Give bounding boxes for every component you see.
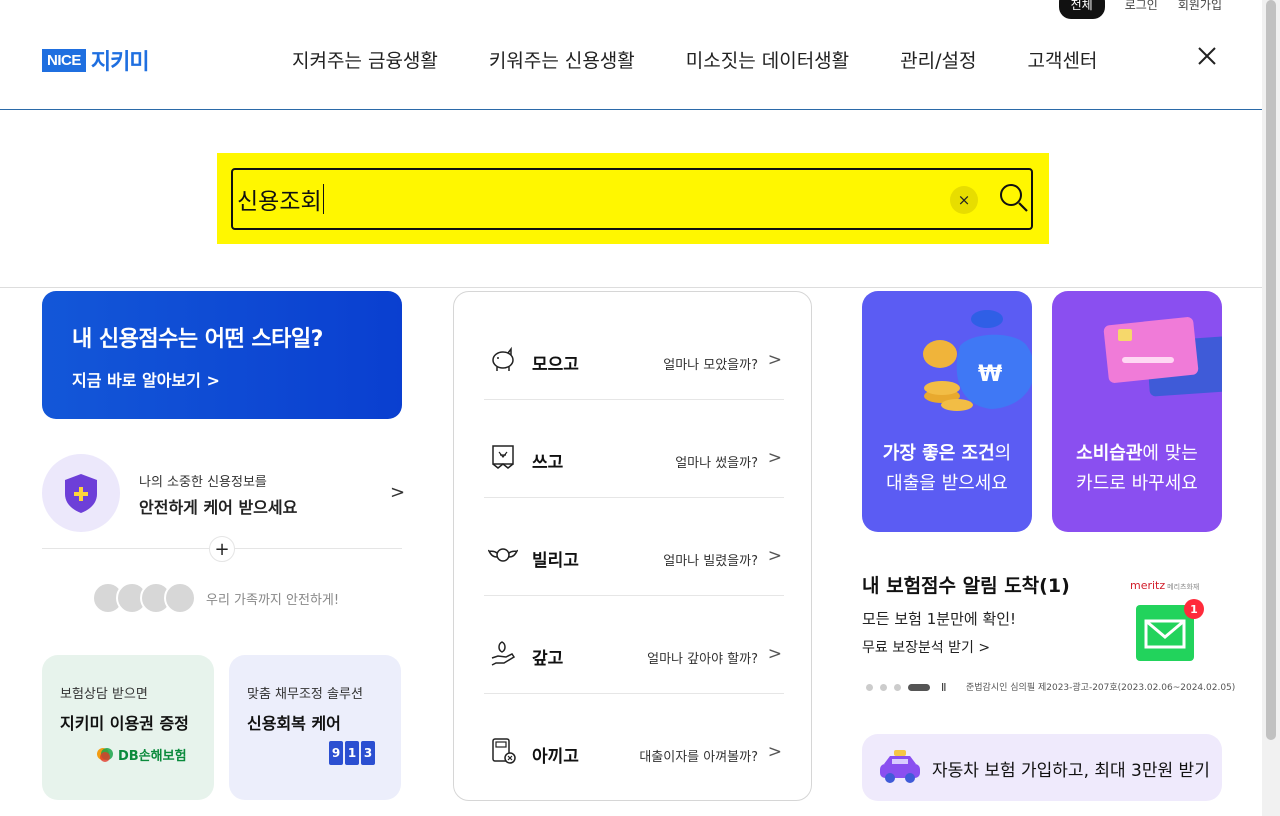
db-logo-icon <box>97 748 113 762</box>
banner-title: 내 신용점수는 어떤 스타일? <box>72 327 323 352</box>
menu-label-saving: 아끼고 <box>532 747 579 767</box>
menu-label-borrow: 빌리고 <box>532 551 579 571</box>
menu-row-saving[interactable]: 아끼고 대출이자를 아껴볼까? > <box>484 694 784 792</box>
chevron-right-icon: > <box>767 448 782 468</box>
text-caret <box>323 184 324 214</box>
menu-row-borrow[interactable]: 빌리고 얼마나 빌렸을까? > <box>484 498 784 596</box>
counter-digit: 1 <box>345 741 359 765</box>
card2-sub: 맞춤 채무조정 솔루션 <box>247 687 363 702</box>
svg-text:₩: ₩ <box>978 362 1002 387</box>
menu-question-save: 얼마나 모았을까? <box>663 358 758 373</box>
expand-plus-button[interactable]: + <box>209 536 235 562</box>
loan-promo-card[interactable]: ₩ 가장 좋은 조건의 대출을 받으세요 <box>862 291 1032 532</box>
carousel-dot-active[interactable] <box>908 684 930 691</box>
menu-label-repay: 갚고 <box>532 649 564 669</box>
menu-question-repay: 얼마나 갚아야 할까? <box>647 652 758 667</box>
menu-question-spend: 얼마나 썼을까? <box>675 456 758 471</box>
scrollbar-thumb[interactable] <box>1266 0 1276 740</box>
chevron-right-icon: > <box>767 742 782 762</box>
menu-question-borrow: 얼마나 빌렸을까? <box>663 554 758 569</box>
family-protection[interactable]: 우리 가족까지 안전하게! <box>92 582 339 614</box>
menu-row-spend[interactable]: 쓰고 얼마나 썼을까? > <box>484 400 784 498</box>
search-input[interactable] <box>237 182 937 216</box>
logo-nice: NICE <box>42 48 86 72</box>
credit-recovery-card[interactable]: 맞춤 채무조정 솔루션 신용회복 케어 9 1 3 <box>229 655 401 800</box>
clear-search-button[interactable]: × <box>950 186 978 214</box>
menu-row-save[interactable]: 모으고 얼마나 모았을까? > <box>484 302 784 400</box>
card-promo-text: 소비습관에 맞는 카드로 바꾸세요 <box>1052 439 1222 499</box>
insurance-consult-card[interactable]: 보험상담 받으면 지키미 이용권 증정 DB손해보험 <box>42 655 214 800</box>
search-panel: × <box>0 110 1262 288</box>
receipt-icon <box>492 445 514 469</box>
meritz-sub: 메리츠화재 <box>1167 583 1200 591</box>
hand-money-icon <box>491 641 516 666</box>
chevron-right-icon: > <box>390 482 406 503</box>
credit-style-banner[interactable]: 내 신용점수는 어떤 스타일? 지금 바로 알아보기 > <box>42 291 402 419</box>
nav-item-finance[interactable]: 지켜주는 금융생활 <box>292 46 438 73</box>
promo2-strong: 소비습관 <box>1076 443 1143 464</box>
promo1-line2: 대출을 받으세요 <box>886 473 1008 494</box>
db-logo-text: DB손해보험 <box>118 748 187 764</box>
menu-question-saving: 대출이자를 아껴볼까? <box>639 750 758 765</box>
loan-promo-text: 가장 좋은 조건의 대출을 받으세요 <box>862 439 1032 499</box>
carousel-dot[interactable] <box>866 684 873 691</box>
chevron-right-icon: > <box>767 546 782 566</box>
close-icon[interactable] <box>1196 45 1218 67</box>
care-line2: 안전하게 케어 받으세요 <box>139 498 298 517</box>
car-insurance-banner[interactable]: 자동차 보험 가입하고, 최대 3만원 받기 <box>862 734 1222 801</box>
shield-circle <box>42 454 120 532</box>
promo1-strong: 가장 좋은 조건 <box>882 443 995 464</box>
menu-row-repay[interactable]: 갚고 얼마나 갚아야 할까? > <box>484 596 784 694</box>
menu-label-spend: 쓰고 <box>532 453 564 473</box>
nav-item-support[interactable]: 고객센터 <box>1027 46 1097 73</box>
family-avatar-icon <box>164 582 196 614</box>
car-insurance-text: 자동차 보험 가입하고, 최대 3만원 받기 <box>932 761 1210 781</box>
card1-title: 지키미 이용권 증정 <box>60 714 189 733</box>
meritz-logo: meritz 메리츠화재 <box>1130 579 1199 592</box>
banner-link: 지금 바로 알아보기 > <box>72 371 220 390</box>
number-counter-icon: 9 1 3 <box>329 741 375 765</box>
card-promo-card[interactable]: 소비습관에 맞는 카드로 바꾸세요 <box>1052 291 1222 532</box>
nav-item-settings[interactable]: 관리/설정 <box>900 46 976 73</box>
main-nav: 지켜주는 금융생활 키워주는 신용생활 미소짓는 데이터생활 관리/설정 고객센… <box>292 46 1097 73</box>
legal-notice: 준법감시인 심의필 제2023-광고-207호(2023.02.06~2024.… <box>966 683 1236 693</box>
shield-icon <box>65 474 97 513</box>
page-scrollbar[interactable] <box>1262 0 1280 816</box>
calculator-icon <box>492 738 516 764</box>
money-menu-card: 모으고 얼마나 모았을까? > 쓰고 얼마나 썼을까? > 빌리고 얼마나 빌렸… <box>453 291 812 801</box>
counter-digit: 9 <box>329 741 343 765</box>
notification-badge: 1 <box>1184 599 1204 619</box>
chevron-right-icon: > <box>767 350 782 370</box>
promo1-rest: 의 <box>994 443 1012 464</box>
menu-label-save: 모으고 <box>532 355 579 375</box>
card1-sub: 보험상담 받으면 <box>60 687 148 702</box>
money-bag-icon: ₩ <box>923 310 1032 411</box>
chevron-right-icon: > <box>767 644 782 664</box>
carousel-dot[interactable] <box>880 684 887 691</box>
credit-card-icon <box>1103 317 1222 397</box>
pause-icon[interactable]: II <box>941 681 946 694</box>
nav-item-credit[interactable]: 키워주는 신용생활 <box>489 46 635 73</box>
car-icon <box>880 750 920 783</box>
family-text: 우리 가족까지 안전하게! <box>206 592 340 608</box>
mail-icon: 1 <box>1136 599 1204 661</box>
promo2-rest: 에 맞는 <box>1142 443 1198 464</box>
counter-digit: 3 <box>361 741 375 765</box>
winged-money-icon <box>488 548 518 562</box>
meritz-name: meritz <box>1130 579 1166 592</box>
search-box: × <box>231 168 1033 230</box>
piggy-bank-icon <box>492 346 514 371</box>
search-icon[interactable] <box>998 182 1030 214</box>
site-logo[interactable]: NICE 지키미 <box>42 44 150 76</box>
carousel-indicator: II <box>866 681 946 694</box>
nav-item-data[interactable]: 미소짓는 데이터생활 <box>686 46 849 73</box>
logo-brand: 지키미 <box>90 50 150 75</box>
credit-care-item[interactable]: 나의 소중한 신용정보를 안전하게 케어 받으세요 > <box>42 454 406 534</box>
care-line1: 나의 소중한 신용정보를 <box>139 475 267 490</box>
site-header: NICE 지키미 지켜주는 금융생활 키워주는 신용생활 미소짓는 데이터생활 … <box>0 0 1262 110</box>
promo2-line2: 카드로 바꾸세요 <box>1076 473 1198 494</box>
card2-title: 신용회복 케어 <box>247 714 341 733</box>
carousel-dot[interactable] <box>894 684 901 691</box>
db-insurance-logo: DB손해보험 <box>96 743 187 765</box>
